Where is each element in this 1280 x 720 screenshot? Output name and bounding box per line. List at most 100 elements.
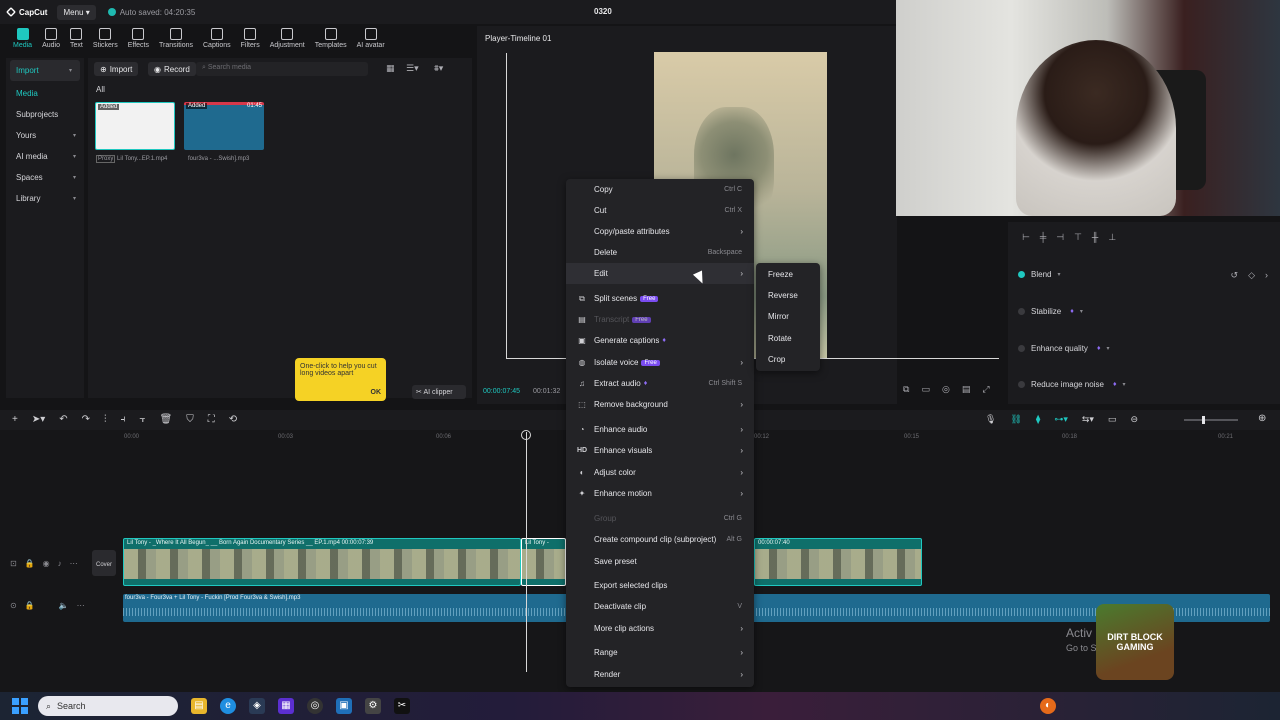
quality-icon[interactable]: ▤	[962, 384, 971, 395]
toolbar-text[interactable]: Text	[65, 24, 88, 52]
media-item-video[interactable]: Added	[95, 102, 175, 150]
submenu-item-crop[interactable]: Crop	[768, 355, 785, 364]
toolbar-effects[interactable]: Effects	[123, 24, 154, 52]
menu-item-export-selected-clips[interactable]: Export selected clips	[566, 575, 754, 596]
menu-item-remove-background[interactable]: ⬚ Remove background ›	[566, 394, 754, 415]
track-icon[interactable]: ⊡	[10, 559, 17, 568]
media-item-audio[interactable]: Added 01:45	[184, 102, 264, 150]
filter-all[interactable]: All	[96, 85, 105, 94]
sidebar-item-subprojects[interactable]: Subprojects	[6, 104, 84, 125]
caption-icon[interactable]: ▭	[1108, 414, 1117, 425]
split-icon[interactable]: ⫶	[104, 414, 107, 425]
toolbar-audio[interactable]: Audio	[37, 24, 65, 52]
link-icon[interactable]: ⛓	[1010, 414, 1021, 425]
reset-icon[interactable]: ↺	[1231, 270, 1239, 281]
settings-icon[interactable]: ⚙	[365, 698, 381, 714]
menu-item-create-compound-clip-subproject[interactable]: Create compound clip (subproject) Alt G	[566, 529, 754, 550]
submenu-item-reverse[interactable]: Reverse	[768, 291, 798, 300]
more-icon[interactable]: ⋯	[77, 601, 85, 610]
add-track-icon[interactable]: +	[12, 414, 18, 425]
media-search-input[interactable]: ⌕ Search media	[196, 62, 368, 76]
eye-icon[interactable]: ◉	[43, 559, 50, 568]
ai-clipper-button[interactable]: ✂ AI clipper	[412, 385, 466, 399]
lock-icon[interactable]: 🔒	[25, 559, 35, 568]
zoom-slider-handle[interactable]	[1202, 416, 1205, 424]
select-tool-icon[interactable]: ➤▾	[32, 414, 45, 425]
menu-item-render[interactable]: Render ›	[566, 664, 754, 685]
audio-track-icon[interactable]: ⊙	[10, 601, 17, 610]
undo-icon[interactable]: ↶	[59, 414, 67, 425]
toolbar-captions[interactable]: Captions	[198, 24, 236, 52]
audio-icon[interactable]: ♪	[58, 559, 62, 568]
playhead[interactable]	[526, 432, 527, 672]
toolbar-adjustment[interactable]: Adjustment	[265, 24, 310, 52]
split-left-icon[interactable]: ⫞	[121, 414, 126, 425]
crop-icon[interactable]: ⛶	[208, 414, 215, 425]
align-center-icon[interactable]: ╪	[1040, 232, 1046, 243]
menu-item-split-scenes[interactable]: ⧉ Split scenes Free	[566, 288, 754, 309]
menu-item-generate-captions[interactable]: ▣ Generate captions ♦	[566, 330, 754, 351]
more-icon[interactable]: ⋯	[70, 559, 78, 568]
sidebar-item-spaces[interactable]: Spaces ▾	[6, 167, 84, 188]
menu-item-range[interactable]: Range ›	[566, 642, 754, 663]
menu-item-deactivate-clip[interactable]: Deactivate clip V	[566, 596, 754, 617]
sidebar-item-ai-media[interactable]: AI media ▾	[6, 146, 84, 167]
zoom-in-icon[interactable]: ⊕	[1258, 413, 1266, 424]
edge-icon[interactable]: e	[220, 698, 236, 714]
magnet-icon[interactable]: ⧫	[1036, 414, 1040, 425]
toolbar-transitions[interactable]: Transitions	[154, 24, 198, 52]
sort-icon[interactable]: ☰▾	[406, 63, 419, 74]
menu-item-more-clip-actions[interactable]: More clip actions ›	[566, 618, 754, 639]
menu-button[interactable]: Menu ▾	[57, 4, 96, 20]
crop-icon[interactable]: ⧉	[903, 384, 909, 395]
align-left-icon[interactable]: ⊢	[1022, 232, 1030, 243]
zoom-slider[interactable]	[1184, 416, 1238, 424]
toolbar-media[interactable]: Media	[8, 24, 37, 52]
keyframe-icon[interactable]: ◇	[1248, 270, 1255, 281]
video-clip[interactable]: Lil Tony - _Where It All Begun_ __ Born …	[123, 538, 521, 586]
toolbar-ai-avatar[interactable]: AI avatar	[352, 24, 390, 52]
lock-icon[interactable]: 🔒	[25, 601, 35, 610]
menu-item-copy-paste-attributes[interactable]: Copy/paste attributes ›	[566, 221, 754, 242]
submenu-item-freeze[interactable]: Freeze	[768, 270, 793, 279]
sidebar-item-library[interactable]: Library ▾	[6, 188, 84, 209]
toolbar-stickers[interactable]: Stickers	[88, 24, 123, 52]
video-clip-selected[interactable]: Lil Tony -	[521, 538, 566, 586]
menu-item-save-preset[interactable]: Save preset	[566, 551, 754, 572]
ratio-icon[interactable]: ▭	[921, 384, 930, 395]
reduce-noise-row[interactable]: Reduce image noise ♦ ▾	[1018, 380, 1126, 389]
align-bottom-icon[interactable]: ⊥	[1108, 232, 1116, 243]
volume-icon[interactable]: 🔈	[59, 601, 69, 610]
file-explorer-icon[interactable]: ▤	[191, 698, 207, 714]
tooltip-ok-button[interactable]: OK	[371, 389, 382, 396]
align-middle-icon[interactable]: ╫	[1092, 232, 1098, 243]
app-grid-icon[interactable]: ▦	[278, 698, 294, 714]
marker-icon[interactable]: ⛉	[186, 414, 194, 425]
align-top-icon[interactable]: ⊤	[1074, 232, 1082, 243]
video-clip[interactable]: 00:00:07:40	[754, 538, 922, 586]
split-right-icon[interactable]: ⫟	[140, 414, 146, 425]
app-icon[interactable]: ◈	[249, 698, 265, 714]
redo-icon[interactable]: ↷	[82, 414, 90, 425]
menu-item-delete[interactable]: Delete Backspace	[566, 242, 754, 263]
menu-item-enhance-visuals[interactable]: HD Enhance visuals ›	[566, 440, 754, 461]
enhance-quality-toggle[interactable]	[1018, 345, 1025, 352]
menu-item-extract-audio[interactable]: ♫ Extract audio ♦ Ctrl Shift S	[566, 373, 754, 394]
blend-row[interactable]: Blend ▾	[1018, 270, 1060, 279]
menu-item-enhance-motion[interactable]: ✦ Enhance motion ›	[566, 483, 754, 504]
reduce-noise-toggle[interactable]	[1018, 381, 1025, 388]
menu-item-edit[interactable]: Edit ›	[566, 263, 754, 284]
chevron-right-icon[interactable]: ›	[1265, 270, 1268, 281]
import-button[interactable]: ⊕ Import	[94, 62, 139, 76]
speed-icon[interactable]: ⟲	[229, 414, 237, 425]
view-grid-icon[interactable]: ▦	[386, 63, 395, 74]
menu-item-copy[interactable]: Copy Ctrl C	[566, 179, 754, 200]
toolbar-templates[interactable]: Templates	[310, 24, 352, 52]
obs-icon[interactable]: ◎	[307, 698, 323, 714]
toolbar-filters[interactable]: Filters	[236, 24, 265, 52]
delete-icon[interactable]: 🗑	[160, 414, 173, 425]
submenu-item-mirror[interactable]: Mirror	[768, 312, 789, 321]
blend-toggle[interactable]	[1018, 271, 1025, 278]
sidebar-item-yours[interactable]: Yours ▾	[6, 125, 84, 146]
snap-icon[interactable]: ⊶▾	[1054, 414, 1068, 425]
